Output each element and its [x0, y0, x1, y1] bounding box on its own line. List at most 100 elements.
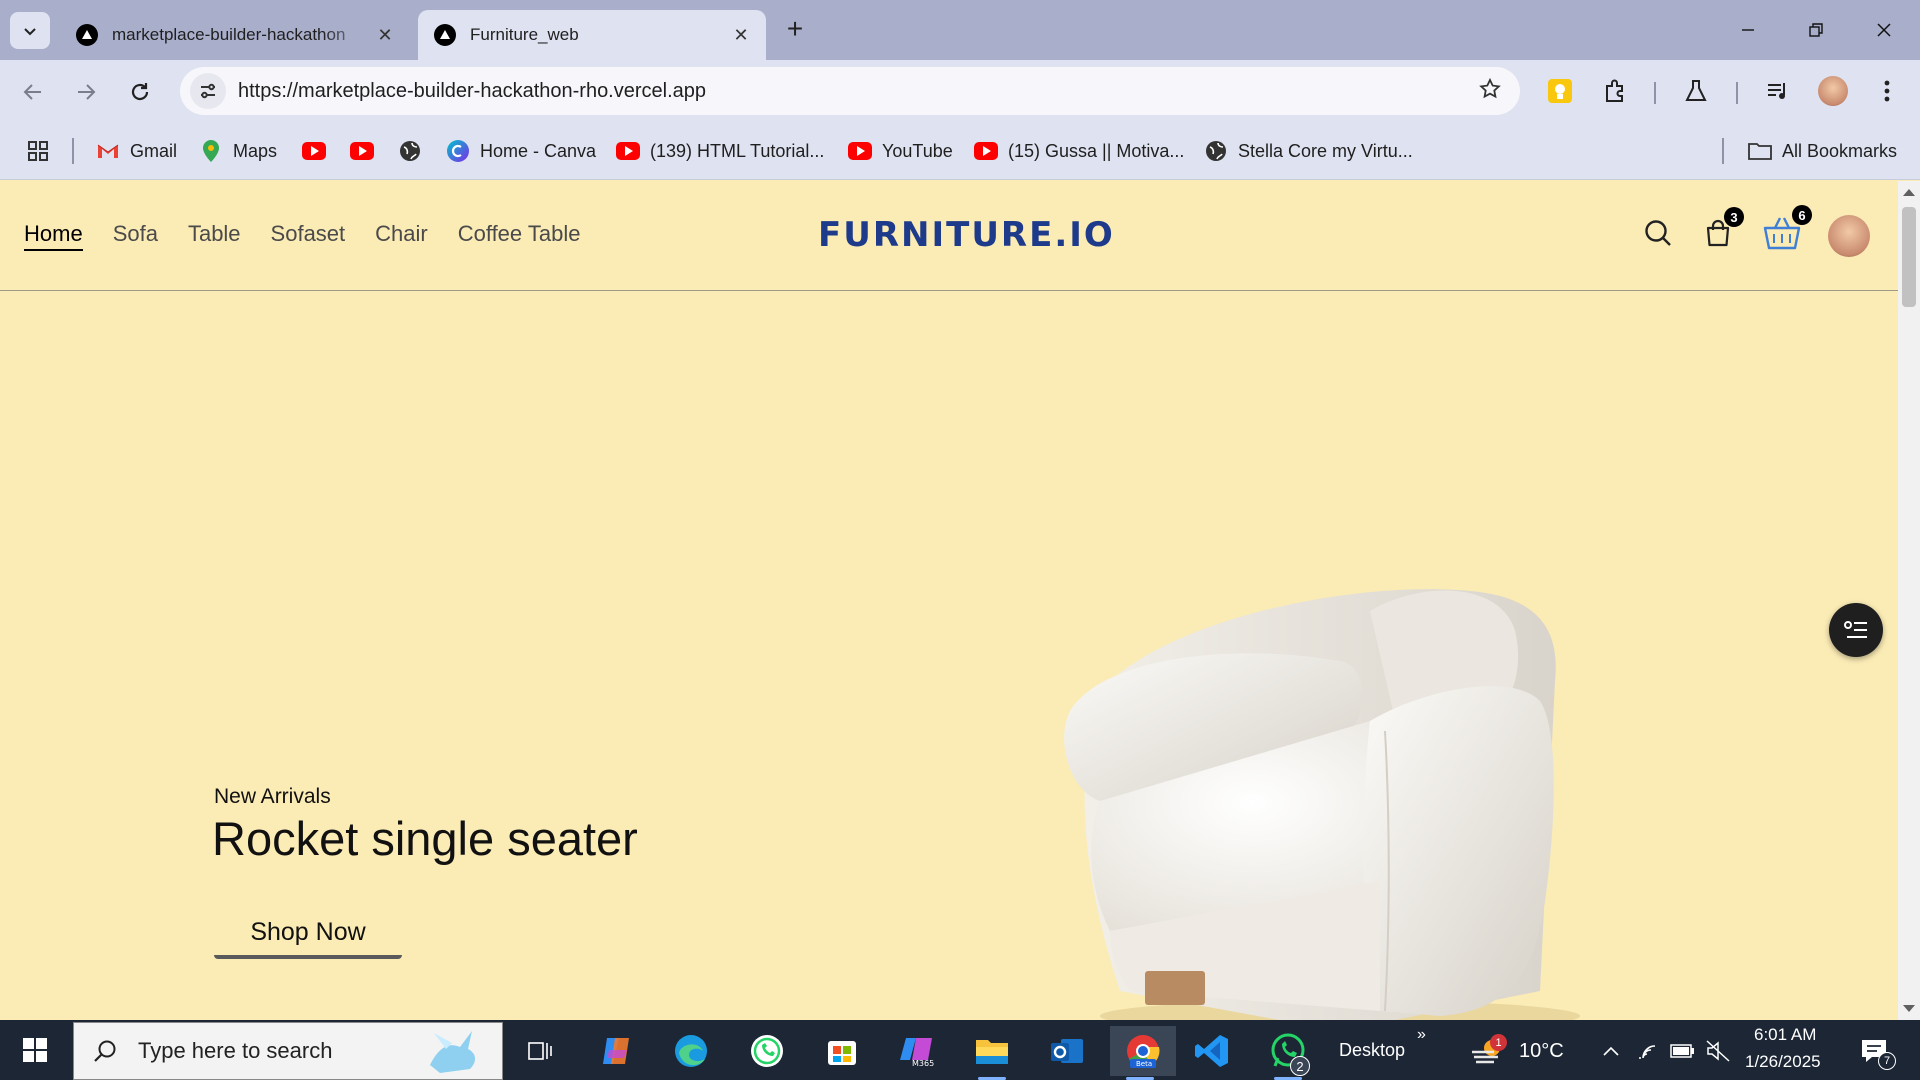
- tab-furniture-web[interactable]: Furniture_web ✕: [418, 10, 766, 60]
- arrow-right-icon: [78, 84, 96, 100]
- chevron-double-right-icon[interactable]: »: [1417, 1026, 1426, 1044]
- bookmark-globe[interactable]: [398, 136, 432, 166]
- scroll-down-arrow[interactable]: [1903, 1005, 1915, 1012]
- copilot-app[interactable]: [586, 1026, 646, 1076]
- outlook-icon: [1051, 1039, 1083, 1063]
- svg-text:M365: M365: [912, 1059, 934, 1068]
- edge-app[interactable]: [661, 1026, 721, 1076]
- minimize-button[interactable]: [1714, 0, 1782, 60]
- scroll-up-arrow[interactable]: [1903, 189, 1915, 196]
- bookmark-youtube-1[interactable]: [302, 136, 336, 166]
- address-bar[interactable]: https://marketplace-builder-hackathon-rh…: [180, 67, 1520, 115]
- toolbar-separator: [1654, 82, 1656, 104]
- close-icon[interactable]: ✕: [374, 25, 396, 46]
- youtube-icon: [848, 139, 872, 163]
- bookmark-youtube-2[interactable]: [350, 136, 384, 166]
- scrollbar-thumb[interactable]: [1902, 207, 1916, 307]
- filter-fab-button[interactable]: [1829, 603, 1883, 657]
- filter-list-icon: [1844, 621, 1867, 638]
- window-close-button[interactable]: [1850, 0, 1918, 60]
- close-icon[interactable]: ✕: [730, 25, 752, 46]
- tab-title: Furniture_web: [470, 25, 579, 44]
- bookmark-maps[interactable]: Maps: [199, 136, 277, 166]
- weather-icon[interactable]: 1: [1470, 1034, 1507, 1064]
- folder-icon: [1748, 139, 1772, 163]
- m365-app[interactable]: M365: [887, 1026, 947, 1076]
- restore-button[interactable]: [1782, 0, 1850, 60]
- tab-search-button[interactable]: [10, 12, 50, 49]
- shopping-bag-icon[interactable]: 3: [1698, 207, 1744, 253]
- file-explorer-app[interactable]: [962, 1026, 1022, 1080]
- labs-flask-icon[interactable]: [1679, 74, 1713, 108]
- chrome-beta-app[interactable]: Beta: [1110, 1026, 1176, 1080]
- bookmark-youtube[interactable]: YouTube: [848, 136, 953, 166]
- basket-icon[interactable]: 6: [1760, 205, 1812, 253]
- bookmark-label: YouTube: [882, 140, 953, 161]
- bag-count-badge: 3: [1724, 207, 1744, 227]
- volume-muted-icon[interactable]: [1705, 1038, 1731, 1064]
- chevron-up-icon[interactable]: [1598, 1038, 1624, 1064]
- reload-button[interactable]: [122, 74, 158, 110]
- nav-table[interactable]: Table: [188, 221, 241, 251]
- apps-grid-icon[interactable]: [26, 136, 50, 166]
- network-icon[interactable]: [1636, 1038, 1662, 1064]
- extension-yellow-icon[interactable]: [1543, 74, 1577, 108]
- start-button[interactable]: [0, 1020, 70, 1080]
- profile-avatar[interactable]: [1816, 74, 1850, 108]
- arrow-left-icon: [23, 84, 41, 100]
- vscode-app[interactable]: [1182, 1026, 1242, 1076]
- nav-sofa[interactable]: Sofa: [113, 221, 158, 251]
- page-scrollbar[interactable]: [1898, 181, 1920, 1020]
- nav-home[interactable]: Home: [24, 221, 83, 251]
- whatsapp-web-app[interactable]: [737, 1026, 797, 1076]
- kebab-menu-icon[interactable]: [1870, 74, 1904, 108]
- website-viewport: Home Sofa Table Sofaset Chair Coffee Tab…: [0, 181, 1898, 1020]
- bookmark-stella-core[interactable]: Stella Core my Virtu...: [1204, 136, 1413, 166]
- bookmark-star-icon[interactable]: [1478, 77, 1502, 106]
- desktop-toolbar-label[interactable]: Desktop: [1339, 1040, 1405, 1061]
- forward-button[interactable]: [68, 74, 104, 110]
- nav-coffee-table[interactable]: Coffee Table: [458, 221, 581, 251]
- tab-marketplace[interactable]: marketplace-builder-hackathon ✕: [60, 10, 410, 60]
- shop-now-button[interactable]: Shop Now: [214, 909, 402, 959]
- search-icon[interactable]: [1638, 213, 1678, 253]
- new-tab-button[interactable]: +: [780, 13, 810, 44]
- windows-taskbar: Type here to search M365 Beta 2 Desktop …: [0, 1020, 1920, 1080]
- folder-icon: [976, 1040, 1008, 1064]
- svg-text:Beta: Beta: [1136, 1060, 1152, 1068]
- battery-icon[interactable]: [1670, 1038, 1696, 1064]
- chrome-beta-icon: Beta: [1127, 1035, 1160, 1068]
- browser-toolbar: https://marketplace-builder-hackathon-rh…: [0, 60, 1920, 122]
- bookmark-label: (15) Gussa || Motiva...: [1008, 140, 1185, 161]
- outlook-app[interactable]: [1037, 1026, 1097, 1076]
- user-avatar[interactable]: [1828, 215, 1870, 257]
- site-settings-icon[interactable]: [190, 73, 226, 109]
- taskbar-search-box[interactable]: Type here to search: [73, 1022, 503, 1080]
- bookmark-gmail[interactable]: Gmail: [96, 136, 177, 166]
- clock-time[interactable]: 6:01 AM: [1754, 1025, 1816, 1045]
- site-logo[interactable]: FURNITURE.IO: [818, 215, 1115, 255]
- search-placeholder: Type here to search: [138, 1038, 333, 1063]
- search-icon: [94, 1040, 116, 1062]
- bookmark-gussa[interactable]: (15) Gussa || Motiva...: [974, 136, 1184, 166]
- media-queue-icon[interactable]: [1761, 74, 1795, 108]
- nav-chair[interactable]: Chair: [375, 221, 428, 251]
- whatsapp-app[interactable]: 2: [1258, 1026, 1318, 1080]
- back-button[interactable]: [15, 74, 51, 110]
- nav-sofaset[interactable]: Sofaset: [271, 221, 346, 251]
- bookmark-html-tutorial[interactable]: (139) HTML Tutorial...: [616, 136, 824, 166]
- extensions-puzzle-icon[interactable]: [1598, 74, 1632, 108]
- weather-temp[interactable]: 10°C: [1519, 1040, 1564, 1063]
- bookmark-canva[interactable]: Home - Canva: [446, 136, 596, 166]
- all-bookmarks[interactable]: All Bookmarks: [1748, 136, 1897, 166]
- bookmarks-separator: [1722, 138, 1724, 164]
- notifications-icon[interactable]: 7: [1858, 1038, 1896, 1070]
- task-view-button[interactable]: [510, 1026, 570, 1076]
- youtube-icon: [616, 139, 640, 163]
- bookmark-label: Stella Core my Virtu...: [1238, 140, 1413, 161]
- url-text[interactable]: https://marketplace-builder-hackathon-rh…: [238, 80, 1478, 103]
- store-icon: [828, 1041, 856, 1065]
- clock-date[interactable]: 1/26/2025: [1745, 1052, 1821, 1072]
- microsoft-store-app[interactable]: [812, 1026, 872, 1076]
- bookmark-label: Maps: [233, 140, 278, 161]
